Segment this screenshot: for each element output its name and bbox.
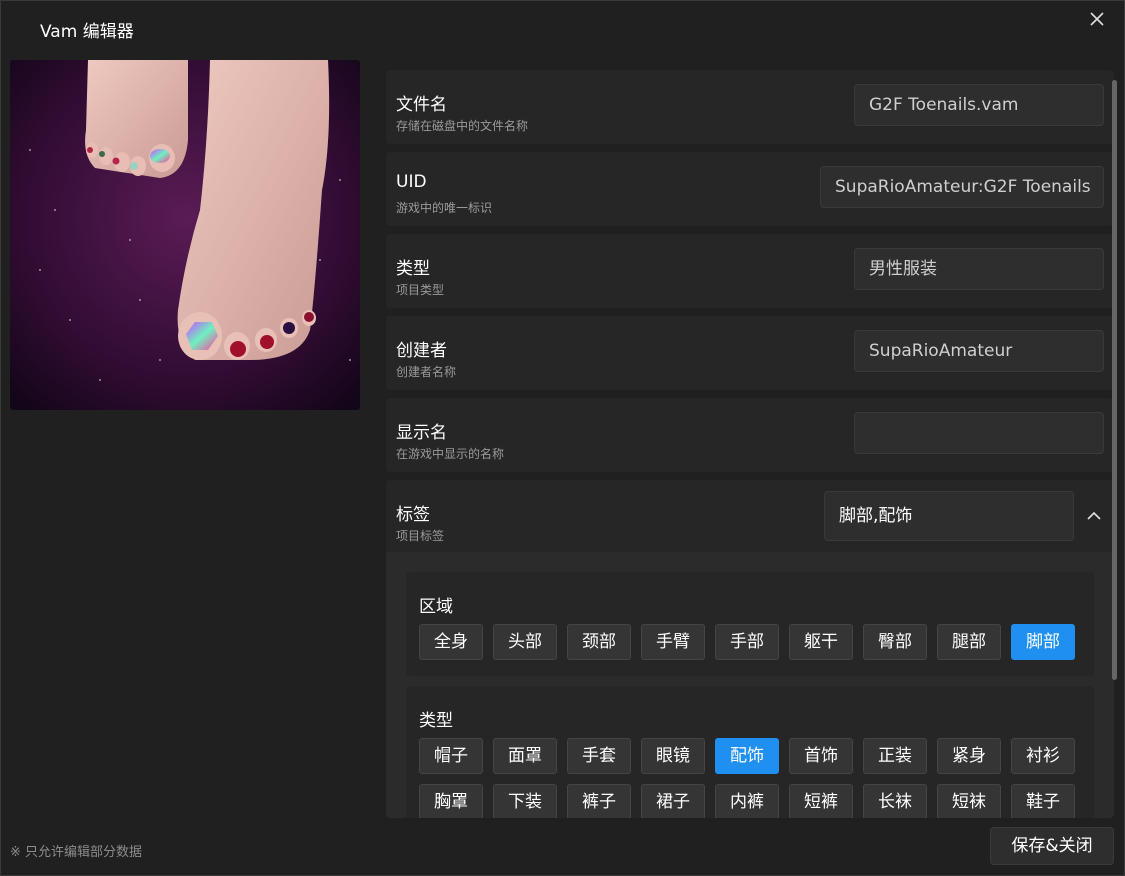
properties-pane[interactable]: 文件名 存储在磁盘中的文件名称 G2F Toenails.vam UID 游戏中… bbox=[370, 60, 1120, 818]
tag-chip[interactable]: 长袜 bbox=[863, 784, 927, 818]
field-label: 标签 bbox=[396, 505, 430, 525]
tag-chip[interactable]: 手套 bbox=[567, 738, 631, 774]
tag-group-title: 区域 bbox=[419, 597, 453, 617]
field-sublabel: 创建者名称 bbox=[396, 365, 457, 379]
field-sublabel: 游戏中的唯一标识 bbox=[396, 201, 493, 215]
tags-panel: 区域 全身 头部 颈部 手臂 手部 躯干 臀部 腿部 脚部 类型 帽子 面罩 手套 眼镜 配饰 首饰 正装紧… bbox=[386, 552, 1114, 818]
tag-chip[interactable]: 臀部 bbox=[863, 624, 927, 660]
tag-chip[interactable]: 下装 bbox=[493, 784, 557, 818]
close-button[interactable] bbox=[1083, 5, 1111, 33]
field-label: 文件名 bbox=[396, 95, 447, 115]
tag-chip[interactable]: 紧身 bbox=[937, 738, 1001, 774]
creator-field[interactable]: SupaRioAmateur bbox=[854, 330, 1104, 372]
tag-chip[interactable]: 衬衫 bbox=[1011, 738, 1075, 774]
field-row-uid: UID 游戏中的唯一标识 SupaRioAmateur:G2F Toenails bbox=[386, 152, 1114, 226]
field-sublabel: 项目标签 bbox=[396, 529, 445, 543]
field-label: 显示名 bbox=[396, 423, 447, 443]
uid-field[interactable]: SupaRioAmateur:G2F Toenails bbox=[820, 166, 1104, 208]
tag-chip[interactable]: 裙子 bbox=[641, 784, 705, 818]
field-sublabel: 在游戏中显示的名称 bbox=[396, 447, 505, 461]
tag-chip[interactable]: 配饰 bbox=[715, 738, 779, 774]
field-sublabel: 项目类型 bbox=[396, 283, 445, 297]
tag-chip[interactable]: 头部 bbox=[493, 624, 557, 660]
tag-chip[interactable]: 内裤 bbox=[715, 784, 779, 818]
tag-chip[interactable]: 短袜 bbox=[937, 784, 1001, 818]
feet-preview-illustration bbox=[10, 60, 360, 410]
tag-chip[interactable]: 首饰 bbox=[789, 738, 853, 774]
field-label: UID bbox=[396, 172, 427, 192]
window-title: Vam 编辑器 bbox=[40, 22, 134, 42]
chevron-up-icon bbox=[1087, 511, 1101, 520]
tags-field[interactable]: 脚部,配饰 bbox=[824, 491, 1074, 541]
footer-note: ※ 只允许编辑部分数据 bbox=[10, 845, 143, 860]
field-row-display-name: 显示名 在游戏中显示的名称 bbox=[386, 398, 1114, 472]
field-label: 类型 bbox=[396, 259, 430, 279]
type-field[interactable]: 男性服装 bbox=[854, 248, 1104, 290]
tag-chip[interactable]: 胸罩 bbox=[419, 784, 483, 818]
display-name-field[interactable] bbox=[854, 412, 1104, 454]
tag-chip[interactable]: 脚部 bbox=[1011, 624, 1075, 660]
tag-chip[interactable]: 手部 bbox=[715, 624, 779, 660]
tag-chip[interactable]: 颈部 bbox=[567, 624, 631, 660]
tag-chip[interactable]: 手臂 bbox=[641, 624, 705, 660]
tag-chip[interactable]: 躯干 bbox=[789, 624, 853, 660]
field-row-type: 类型 项目类型 男性服装 bbox=[386, 234, 1114, 308]
field-row-creator: 创建者 创建者名称 SupaRioAmateur bbox=[386, 316, 1114, 390]
collapse-toggle[interactable] bbox=[1082, 504, 1106, 528]
tag-chip[interactable]: 正装 bbox=[863, 738, 927, 774]
preview-image bbox=[10, 60, 360, 410]
field-row-tags[interactable]: 标签 项目标签 脚部,配饰 bbox=[386, 480, 1114, 552]
save-close-button[interactable]: 保存&关闭 bbox=[990, 827, 1114, 865]
scrollbar[interactable] bbox=[1112, 80, 1117, 680]
tag-chip[interactable]: 裤子 bbox=[567, 784, 631, 818]
tag-chip[interactable]: 短裤 bbox=[789, 784, 853, 818]
field-row-filename: 文件名 存储在磁盘中的文件名称 G2F Toenails.vam bbox=[386, 70, 1114, 144]
field-sublabel: 存储在磁盘中的文件名称 bbox=[396, 119, 529, 133]
close-icon bbox=[1090, 12, 1104, 26]
field-label: 创建者 bbox=[396, 341, 447, 361]
filename-field[interactable]: G2F Toenails.vam bbox=[854, 84, 1104, 126]
tag-chip[interactable]: 眼镜 bbox=[641, 738, 705, 774]
tag-chip[interactable]: 鞋子 bbox=[1011, 784, 1075, 818]
tag-group-type: 类型 帽子 面罩 手套 眼镜 配饰 首饰 正装 紧身 衬衫胸罩 下装 裤子 裙子 内裤 短裤 长袜 短袜 鞋子 bbox=[406, 686, 1094, 818]
tag-group-title: 类型 bbox=[419, 711, 453, 731]
tag-chip[interactable]: 帽子 bbox=[419, 738, 483, 774]
tag-chip[interactable]: 面罩 bbox=[493, 738, 557, 774]
tag-group-region: 区域 全身 头部 颈部 手臂 手部 躯干 臀部 腿部 脚部 bbox=[406, 572, 1094, 676]
tag-chip[interactable]: 全身 bbox=[419, 624, 483, 660]
tag-chip[interactable]: 腿部 bbox=[937, 624, 1001, 660]
